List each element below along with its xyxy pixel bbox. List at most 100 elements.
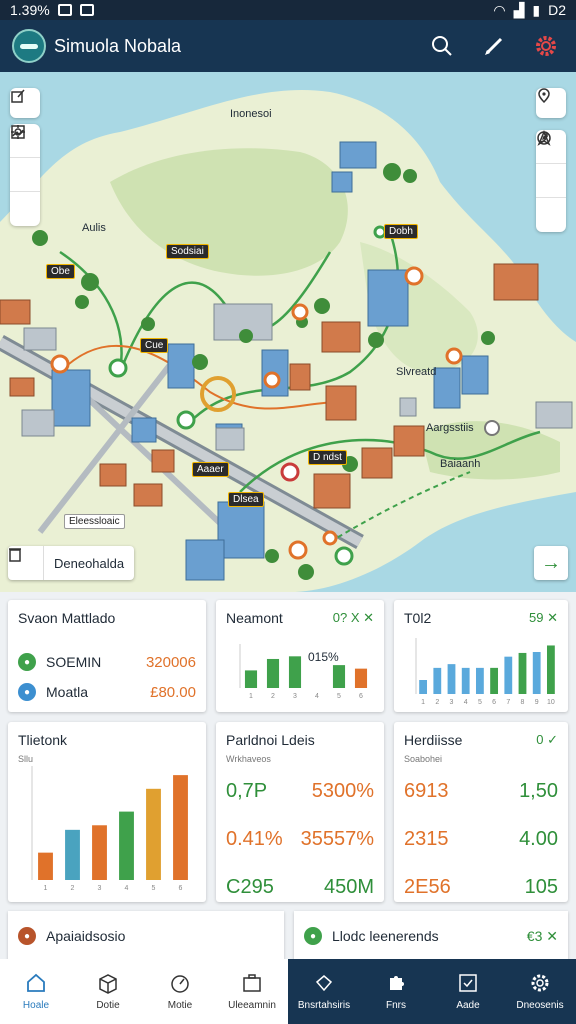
next-arrow-button[interactable]: → <box>534 546 568 580</box>
card-title: Neamont <box>226 610 283 626</box>
nav-item-security[interactable]: Bnsrtahsiris <box>288 959 360 1024</box>
nav-item-features[interactable]: Fnrs <box>360 959 432 1024</box>
nav-item-home[interactable]: Hoale <box>0 959 72 1024</box>
battery-icon: ▮ <box>532 1 541 18</box>
nav-item-monitor[interactable]: Motie <box>144 959 216 1024</box>
metric-value: 2E56 <box>404 876 451 898</box>
card-title: Herdiisse <box>404 732 463 748</box>
pen-icon <box>485 37 503 55</box>
check-icon: ● <box>18 653 36 671</box>
chart-tick-label: 2 <box>435 699 439 706</box>
alert-card-right[interactable]: ● Llodc leenerends €3 ✕ <box>294 911 568 961</box>
metric-value: 105 <box>524 876 558 898</box>
box-icon <box>99 974 117 994</box>
card-flag[interactable]: 0? X ✕ <box>333 610 374 626</box>
speed-icon <box>171 975 189 993</box>
performance-card[interactable]: Parldnoi Ldeis Wrkhaveos 0,7P 5300% 0.41… <box>216 722 384 902</box>
card-title: Tlietonk <box>18 732 68 748</box>
image-layer-button[interactable] <box>10 125 40 192</box>
locate-button[interactable] <box>536 88 566 118</box>
metric-value: 5300% <box>311 780 374 802</box>
nav-item-admin[interactable]: Aade <box>432 959 504 1024</box>
nav-item-settings[interactable]: Dneosenis <box>504 959 576 1024</box>
map-tag[interactable]: Dlsea <box>228 492 264 507</box>
location-pin-icon <box>538 88 550 104</box>
map-tag[interactable]: Eleessloaic <box>64 514 125 529</box>
card-title: Llodc leenerends <box>332 928 439 944</box>
chart-bar <box>119 811 134 880</box>
map-tag[interactable]: D ndst <box>308 450 347 465</box>
status-right-text: D2 <box>548 2 566 18</box>
edit-map-icon <box>11 89 25 103</box>
checkbox-icon <box>459 974 477 992</box>
navigate-button[interactable] <box>536 130 566 232</box>
legend-chip-label: Deneohalda <box>54 555 125 571</box>
card-flag[interactable]: 59 ✕ <box>529 610 558 626</box>
performance-metrics: 0,7P 5300% 0.41% 35557% C295 450M <box>226 780 374 902</box>
chart-bar <box>546 645 555 694</box>
chart-tick-label: 9 <box>535 699 539 706</box>
map-tag[interactable]: Aaaer <box>192 462 229 477</box>
chart-bar <box>504 656 513 694</box>
card-flag[interactable]: 0 ✓ <box>536 732 558 748</box>
map-tag[interactable]: Cue <box>140 338 169 353</box>
nav-label: Aade <box>456 1000 480 1011</box>
metric-value: C295 <box>226 876 274 898</box>
card-title: T0l2 <box>404 610 432 626</box>
left-toolbar <box>10 124 40 226</box>
chart-bar <box>433 667 442 694</box>
alert-card-left[interactable]: ● Apaiaidsosio <box>8 911 284 961</box>
nav-label: Dneosenis <box>516 1000 564 1011</box>
nav-item-management[interactable]: Uleeamnin <box>216 959 288 1024</box>
chart-tick-label: 5 <box>478 699 482 706</box>
total-card[interactable]: T0l2 59 ✕ 1 2 3 4 5 6 7 8 9 10 <box>394 600 568 712</box>
briefcase-icon <box>243 974 261 992</box>
edit-button[interactable] <box>476 28 512 64</box>
app-logo <box>12 29 46 63</box>
bottom-navigation: Hoale Dotie Motie Uleeamnin Bnsrtahsiris… <box>0 959 576 1024</box>
download-icon <box>79 4 94 16</box>
card-flag[interactable]: €3 ✕ <box>527 928 558 945</box>
chart-tick-label: 5 <box>337 693 341 700</box>
chart-bar <box>447 664 456 694</box>
nearest-card[interactable]: Neamont 0? X ✕ 015% 123456 <box>216 600 384 712</box>
map-tag[interactable]: Dobh <box>384 224 418 239</box>
chart-bar <box>65 829 80 880</box>
chart-tick-label: 10 <box>547 699 555 706</box>
chart-tick-label: 4 <box>315 693 319 700</box>
nav-label: Dotie <box>96 1000 120 1011</box>
summary-row-label: Moatla <box>46 684 89 700</box>
incidents-card[interactable]: Herdiisse 0 ✓ Soabohei 6913 1,50 2315 4.… <box>394 722 568 902</box>
chart-bar <box>461 667 470 694</box>
chart-tick-label: 4 <box>125 885 129 892</box>
route-tool-button[interactable] <box>10 129 40 226</box>
summary-card[interactable]: Svaon Mattlado ● SOEMIN 320006 ● Moatla … <box>8 600 206 712</box>
layers-button[interactable] <box>10 88 40 118</box>
compass-button[interactable] <box>536 131 566 198</box>
trash-icon <box>8 546 44 580</box>
metric-value: 6913 <box>404 780 449 802</box>
map-legend-chip[interactable]: Deneohalda <box>8 546 135 580</box>
chart-bar <box>518 652 527 694</box>
notification-icon <box>57 4 72 16</box>
map-label-city: Aulis <box>82 222 106 234</box>
chart-tick-label: 6 <box>492 699 496 706</box>
signal-icon: ▟ <box>513 1 525 18</box>
map-tag[interactable]: Sodsiai <box>166 244 209 259</box>
throughput-card[interactable]: Tlietonk Sllu 123456 <box>8 722 206 902</box>
puzzle-icon <box>390 976 404 990</box>
map-view[interactable]: Inonesoi Aulis Slvreatd Aargsstiis Baiaa… <box>0 72 576 592</box>
wifi-icon: ◠ <box>493 1 506 18</box>
chart-bar <box>288 656 302 688</box>
app-title: Simuola Nobala <box>54 35 182 56</box>
alert-icon: ● <box>18 927 36 945</box>
search-button[interactable] <box>424 28 460 64</box>
nav-label: Uleeamnin <box>228 1000 276 1011</box>
chart-tick-label: 2 <box>271 693 275 700</box>
settings-button[interactable] <box>528 28 564 64</box>
map-tag[interactable]: Obe <box>46 264 75 279</box>
shield-icon <box>315 975 333 992</box>
nav-item-data[interactable]: Dotie <box>72 959 144 1024</box>
metric-value: 2315 <box>404 828 449 850</box>
chart-tick-label: 3 <box>450 699 454 706</box>
